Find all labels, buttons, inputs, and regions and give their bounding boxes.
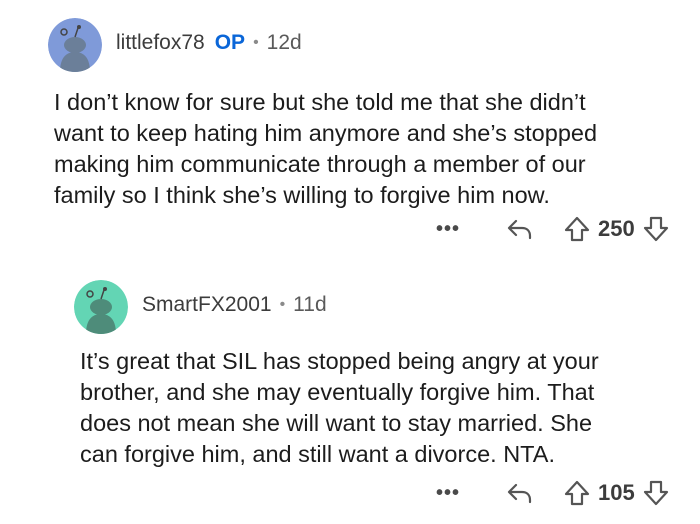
username[interactable]: SmartFX2001 [142, 293, 272, 317]
comment-actions: ••• 105 [436, 480, 669, 506]
downvote-icon[interactable] [643, 216, 669, 242]
downvote-icon[interactable] [643, 480, 669, 506]
user-avatar[interactable] [74, 280, 128, 334]
upvote-icon[interactable] [564, 216, 590, 242]
separator-dot: • [253, 34, 259, 51]
more-options-icon[interactable]: ••• [436, 218, 460, 241]
vote-score: 250 [598, 216, 635, 241]
reply-icon[interactable] [506, 218, 532, 240]
more-options-icon[interactable]: ••• [436, 482, 460, 505]
op-badge: OP [214, 31, 246, 54]
user-avatar[interactable] [48, 18, 102, 72]
username[interactable]: littlefox78 [116, 31, 205, 55]
upvote-icon[interactable] [564, 480, 590, 506]
comment-meta: littlefox78 OP • 12d [116, 31, 302, 55]
vote-score: 105 [598, 480, 635, 505]
comment-meta: SmartFX2001 • 11d [142, 293, 327, 317]
separator-dot: • [279, 296, 286, 313]
comment-thread: littlefox78 OP • 12d I don’t know for su… [0, 0, 700, 524]
comment-body: I don’t know for sure but she told me th… [54, 89, 598, 208]
snoo-avatar-icon [74, 280, 128, 334]
reply-icon[interactable] [506, 482, 532, 504]
snoo-avatar-icon [48, 18, 102, 72]
comment-body: It’s great that SIL has stopped being an… [80, 348, 599, 467]
comment-age[interactable]: 12d [267, 31, 302, 55]
comment-actions: ••• 250 [436, 216, 669, 242]
comment-age[interactable]: 11d [293, 293, 326, 317]
